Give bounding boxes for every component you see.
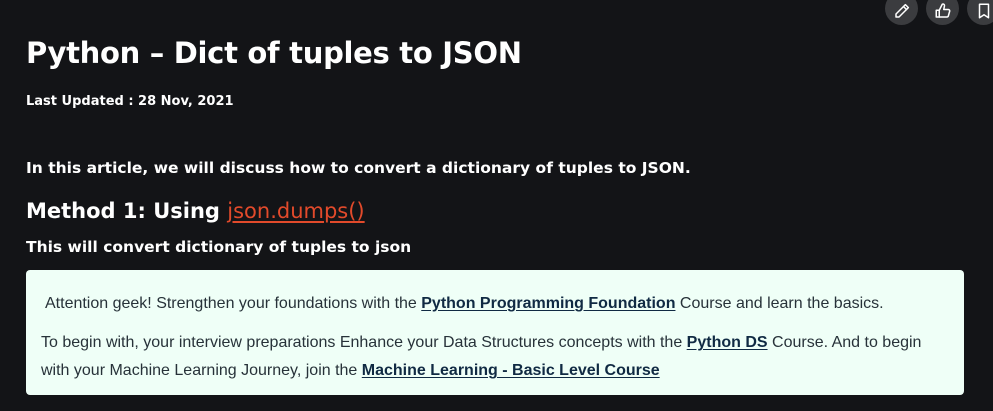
- article-intro: In this article, we will discuss how to …: [26, 159, 691, 177]
- python-foundation-link[interactable]: Python Programming Foundation: [421, 295, 675, 312]
- method-heading-text: Method 1: Using: [26, 199, 228, 223]
- method-description: This will convert dictionary of tuples t…: [26, 238, 412, 256]
- article-title: Python – Dict of tuples to JSON: [26, 36, 522, 70]
- notice-line2-prefix: To begin with, your interview preparatio…: [41, 334, 687, 351]
- thumbs-up-icon: [935, 2, 950, 18]
- last-updated: Last Updated : 28 Nov, 2021: [26, 94, 234, 109]
- notice-line1-prefix: Attention geek! Strengthen your foundati…: [45, 295, 422, 312]
- like-button[interactable]: [926, 0, 959, 25]
- course-notice-box: Attention geek! Strengthen your foundati…: [26, 270, 964, 395]
- edit-button[interactable]: [885, 0, 918, 25]
- python-ds-link[interactable]: Python DS: [687, 334, 768, 351]
- bookmark-button[interactable]: [967, 0, 993, 25]
- article-actions: [885, 0, 993, 25]
- notice-line-1: Attention geek! Strengthen your foundati…: [41, 290, 950, 318]
- notice-line-2: To begin with, your interview preparatio…: [41, 329, 950, 385]
- article-page: Python – Dict of tuples to JSON Last Upd…: [0, 0, 993, 411]
- machine-learning-link[interactable]: Machine Learning - Basic Level Course: [362, 362, 660, 379]
- pencil-icon: [894, 3, 909, 18]
- notice-line1-suffix: Course and learn the basics.: [675, 295, 884, 312]
- method-heading: Method 1: Using json.dumps(): [26, 199, 365, 223]
- bookmark-icon: [978, 3, 989, 18]
- json-dumps-link[interactable]: json.dumps(): [227, 199, 364, 223]
